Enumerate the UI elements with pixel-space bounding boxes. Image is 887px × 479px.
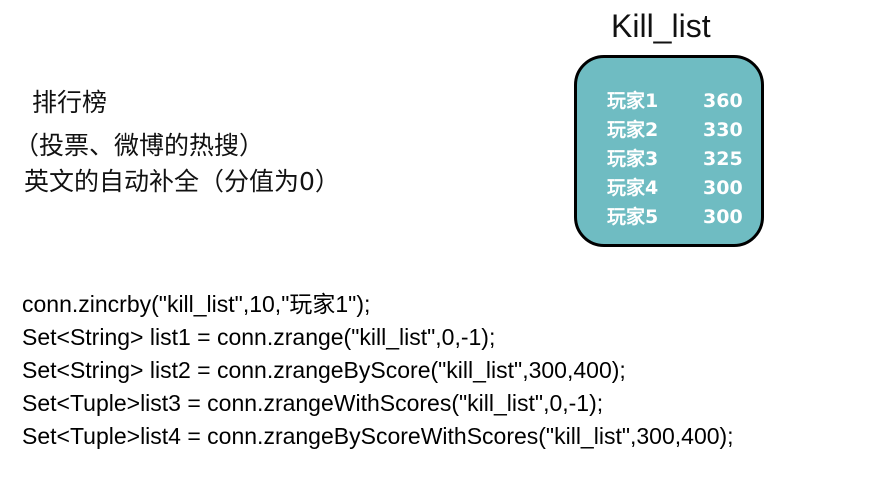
use-case-ranking: 排行榜 xyxy=(32,88,108,117)
entry-score: 330 xyxy=(703,119,743,141)
entry-member: 玩家3 xyxy=(607,148,659,170)
code-line: Set<String> list2 = conn.zrangeByScore("… xyxy=(22,357,626,383)
code-line: Set<Tuple>list4 = conn.zrangeByScoreWith… xyxy=(22,423,734,449)
entry-score: 300 xyxy=(703,206,743,228)
code-line: conn.zincrby("kill_list",10,"玩家1"); xyxy=(22,291,371,317)
set-entry: 玩家4 300 xyxy=(607,173,743,201)
entry-score: 360 xyxy=(703,90,743,112)
code-block: conn.zincrby("kill_list",10,"玩家1"); Set<… xyxy=(22,288,734,453)
entry-member: 玩家2 xyxy=(607,119,659,141)
set-entry: 玩家5 300 xyxy=(607,202,743,230)
sorted-set-box: 玩家1 360 玩家2 330 玩家3 325 玩家4 300 玩家5 300 xyxy=(574,55,764,247)
entry-member: 玩家1 xyxy=(607,90,659,112)
set-entry: 玩家1 360 xyxy=(607,86,743,114)
entry-member: 玩家5 xyxy=(607,206,659,228)
use-case-autocomplete: 英文的自动补全（分值为0） xyxy=(24,167,340,196)
entry-member: 玩家4 xyxy=(607,177,659,199)
sorted-set-title: Kill_list xyxy=(611,8,711,44)
use-case-voting: （投票、微博的热搜） xyxy=(14,131,265,160)
entry-score: 300 xyxy=(703,177,743,199)
code-line: Set<Tuple>list3 = conn.zrangeWithScores(… xyxy=(22,390,604,416)
set-entry: 玩家2 330 xyxy=(607,115,743,143)
set-entry: 玩家3 325 xyxy=(607,144,743,172)
code-line: Set<String> list1 = conn.zrange("kill_li… xyxy=(22,324,496,350)
entry-score: 325 xyxy=(703,148,743,170)
